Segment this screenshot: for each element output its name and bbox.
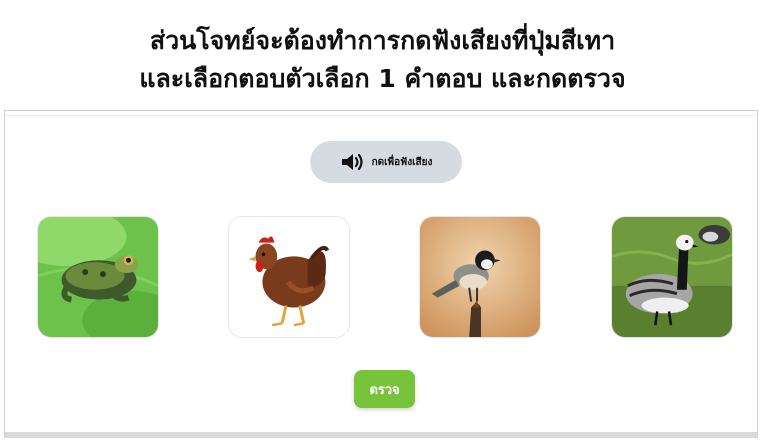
- option-frog[interactable]: [37, 216, 159, 338]
- option-hen[interactable]: [228, 216, 350, 338]
- quiz-panel: กดเพื่อฟังเสียง ตรวจ: [4, 110, 758, 438]
- instruction-line-2: และเลือกตอบตัวเลือก 1 คำตอบ และกดตรวจ: [139, 64, 626, 93]
- frog-image: [38, 217, 158, 337]
- chickadee-image: [420, 217, 540, 337]
- instruction-text: ส่วนโจทย์จะต้องทำการกดฟังเสียงที่ปุ่มสีเ…: [0, 22, 765, 98]
- instruction-line-1: ส่วนโจทย์จะต้องทำการกดฟังเสียงที่ปุ่มสีเ…: [149, 26, 616, 55]
- check-answer-button[interactable]: ตรวจ: [354, 370, 415, 408]
- page: ส่วนโจทย์จะต้องทำการกดฟังเสียงที่ปุ่มสีเ…: [0, 0, 765, 444]
- hen-image: [229, 217, 349, 337]
- speaker-icon: [340, 152, 366, 172]
- option-goose[interactable]: [611, 216, 733, 338]
- listen-sound-button[interactable]: กดเพื่อฟังเสียง: [310, 141, 462, 183]
- listen-sound-label: กดเพื่อฟังเสียง: [371, 156, 433, 168]
- goose-image: [612, 217, 732, 337]
- option-chickadee[interactable]: [419, 216, 541, 338]
- panel-top-divider: [5, 115, 757, 116]
